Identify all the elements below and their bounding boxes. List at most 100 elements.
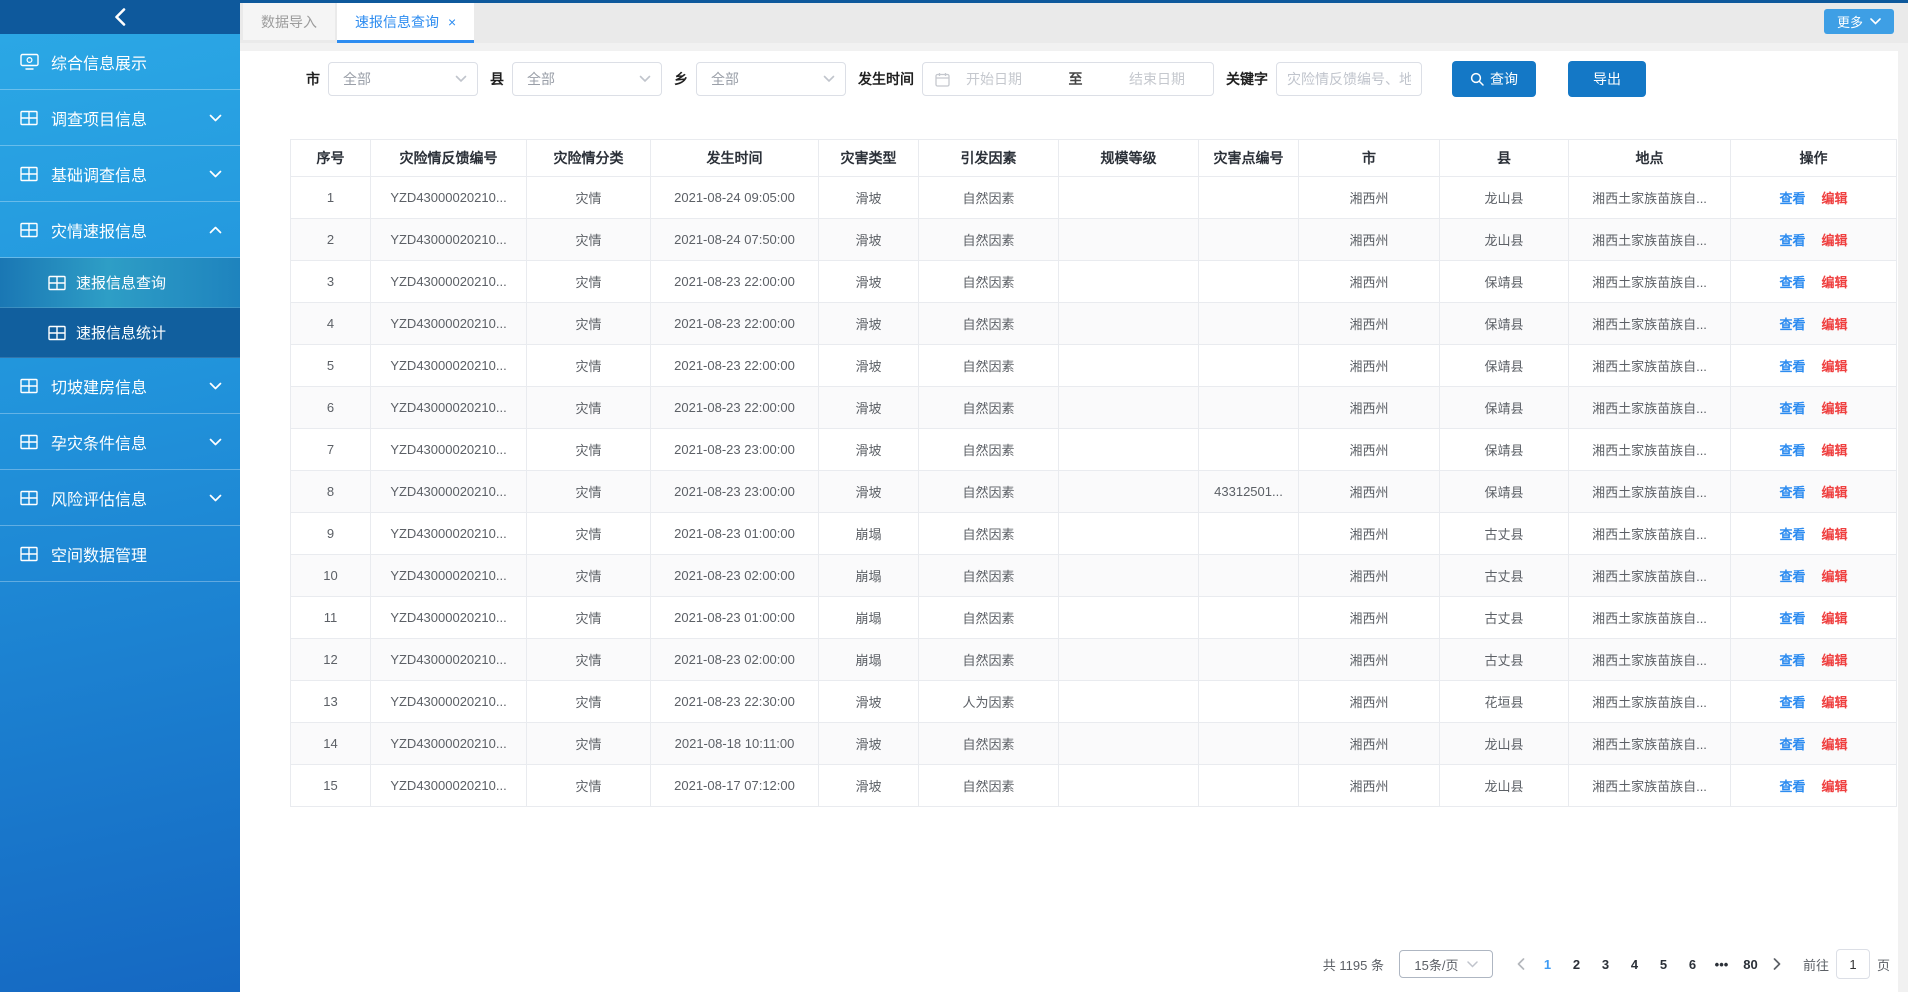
main-content: 数据导入速报信息查询× 更多 市 全部 县 全部 乡 全部 发生时间 开始日期 … <box>240 0 1908 992</box>
town-select-value: 全部 <box>711 69 739 89</box>
tab-bar: 数据导入速报信息查询× 更多 <box>240 3 1908 43</box>
chevron-down-icon <box>639 75 651 83</box>
sidebar-item-3[interactable]: 灾情速报信息 <box>0 202 240 258</box>
sidebar-item-0[interactable]: 综合信息展示 <box>0 34 240 90</box>
tab-1[interactable]: 速报信息查询× <box>337 3 474 40</box>
keyword-input[interactable] <box>1276 62 1422 96</box>
prev-page-button[interactable] <box>1509 958 1533 970</box>
page-number-2[interactable]: 2 <box>1562 957 1591 972</box>
view-link[interactable]: 查看 <box>1779 443 1805 458</box>
town-select[interactable]: 全部 <box>696 62 846 96</box>
sidebar-item-2[interactable]: 基础调查信息 <box>0 146 240 202</box>
table-row: 2YZD43000020210...灾情2021-08-24 07:50:00滑… <box>291 219 1897 261</box>
table-row: 6YZD43000020210...灾情2021-08-23 22:00:00滑… <box>291 387 1897 429</box>
edit-link[interactable]: 编辑 <box>1822 275 1848 290</box>
table-row: 11YZD43000020210...灾情2021-08-23 01:00:00… <box>291 597 1897 639</box>
chevron-down-icon <box>1870 18 1881 25</box>
cell-category: 灾情 <box>527 387 651 429</box>
collapse-sidebar-button[interactable] <box>103 4 137 30</box>
total-count: 共 1195 条 <box>1323 955 1384 974</box>
chevron-left-icon <box>1517 958 1525 970</box>
sidebar-item-5[interactable]: 孕灾条件信息 <box>0 414 240 470</box>
county-select[interactable]: 全部 <box>512 62 662 96</box>
cell-no: 6 <box>291 387 371 429</box>
edit-link[interactable]: 编辑 <box>1822 317 1848 332</box>
sidebar-subitem-3-0[interactable]: 速报信息查询 <box>0 258 240 308</box>
edit-link[interactable]: 编辑 <box>1822 191 1848 206</box>
cell-time: 2021-08-18 10:11:00 <box>651 723 819 765</box>
scrollbar[interactable] <box>1898 43 1908 992</box>
sidebar-item-7[interactable]: 空间数据管理 <box>0 526 240 582</box>
edit-link[interactable]: 编辑 <box>1822 233 1848 248</box>
query-button[interactable]: 查询 <box>1452 61 1536 97</box>
cell-code: YZD43000020210... <box>371 681 527 723</box>
monitor-icon <box>20 53 40 70</box>
edit-link[interactable]: 编辑 <box>1822 611 1848 626</box>
view-link[interactable]: 查看 <box>1779 779 1805 794</box>
edit-link[interactable]: 编辑 <box>1822 737 1848 752</box>
page-size-select[interactable]: 15条/页 <box>1399 950 1493 978</box>
view-link[interactable]: 查看 <box>1779 275 1805 290</box>
cell-category: 灾情 <box>527 345 651 387</box>
chevron-down-icon <box>455 75 467 83</box>
goto-page-input[interactable] <box>1836 949 1870 979</box>
edit-link[interactable]: 编辑 <box>1822 401 1848 416</box>
cell-time: 2021-08-23 01:00:00 <box>651 597 819 639</box>
edit-link[interactable]: 编辑 <box>1822 695 1848 710</box>
page-number-6[interactable]: 6 <box>1678 957 1707 972</box>
export-button[interactable]: 导出 <box>1568 61 1646 97</box>
cell-county: 龙山县 <box>1440 723 1569 765</box>
more-pages-icon[interactable]: ••• <box>1707 957 1736 972</box>
cell-no: 1 <box>291 177 371 219</box>
view-link[interactable]: 查看 <box>1779 359 1805 374</box>
view-link[interactable]: 查看 <box>1779 695 1805 710</box>
view-link[interactable]: 查看 <box>1779 317 1805 332</box>
edit-link[interactable]: 编辑 <box>1822 653 1848 668</box>
view-link[interactable]: 查看 <box>1779 737 1805 752</box>
sidebar-item-6[interactable]: 风险评估信息 <box>0 470 240 526</box>
cell-scale <box>1059 723 1199 765</box>
edit-link[interactable]: 编辑 <box>1822 485 1848 500</box>
close-tab-icon[interactable]: × <box>448 15 456 29</box>
date-range-picker[interactable]: 开始日期 至 结束日期 <box>922 62 1214 96</box>
table-row: 15YZD43000020210...灾情2021-08-17 07:12:00… <box>291 765 1897 807</box>
county-filter-label: 县 <box>490 69 504 89</box>
end-date-placeholder[interactable]: 结束日期 <box>1113 69 1201 89</box>
cell-point_code <box>1199 597 1299 639</box>
more-button[interactable]: 更多 <box>1824 9 1894 34</box>
view-link[interactable]: 查看 <box>1779 485 1805 500</box>
sidebar-item-1[interactable]: 调查项目信息 <box>0 90 240 146</box>
sidebar-item-4[interactable]: 切坡建房信息 <box>0 358 240 414</box>
view-link[interactable]: 查看 <box>1779 611 1805 626</box>
start-date-placeholder[interactable]: 开始日期 <box>950 69 1038 89</box>
view-link[interactable]: 查看 <box>1779 653 1805 668</box>
cell-county: 保靖县 <box>1440 471 1569 513</box>
cell-location: 湘西土家族苗族自... <box>1569 387 1731 429</box>
page-number-3[interactable]: 3 <box>1591 957 1620 972</box>
tab-0[interactable]: 数据导入 <box>243 3 335 40</box>
edit-link[interactable]: 编辑 <box>1822 443 1848 458</box>
cell-type: 滑坡 <box>819 471 919 513</box>
edit-link[interactable]: 编辑 <box>1822 359 1848 374</box>
cell-location: 湘西土家族苗族自... <box>1569 765 1731 807</box>
view-link[interactable]: 查看 <box>1779 191 1805 206</box>
cell-city: 湘西州 <box>1299 303 1440 345</box>
view-link[interactable]: 查看 <box>1779 569 1805 584</box>
view-link[interactable]: 查看 <box>1779 527 1805 542</box>
page-number-1[interactable]: 1 <box>1533 957 1562 972</box>
edit-link[interactable]: 编辑 <box>1822 779 1848 794</box>
view-link[interactable]: 查看 <box>1779 233 1805 248</box>
cell-county: 古丈县 <box>1440 513 1569 555</box>
page-number-5[interactable]: 5 <box>1649 957 1678 972</box>
page-number-4[interactable]: 4 <box>1620 957 1649 972</box>
cell-time: 2021-08-23 22:00:00 <box>651 261 819 303</box>
city-filter-label: 市 <box>306 69 320 89</box>
edit-link[interactable]: 编辑 <box>1822 569 1848 584</box>
edit-link[interactable]: 编辑 <box>1822 527 1848 542</box>
cell-factor: 自然因素 <box>919 513 1059 555</box>
sidebar-subitem-3-1[interactable]: 速报信息统计 <box>0 308 240 358</box>
page-number-80[interactable]: 80 <box>1736 957 1765 972</box>
city-select[interactable]: 全部 <box>328 62 478 96</box>
view-link[interactable]: 查看 <box>1779 401 1805 416</box>
next-page-button[interactable] <box>1765 958 1789 970</box>
